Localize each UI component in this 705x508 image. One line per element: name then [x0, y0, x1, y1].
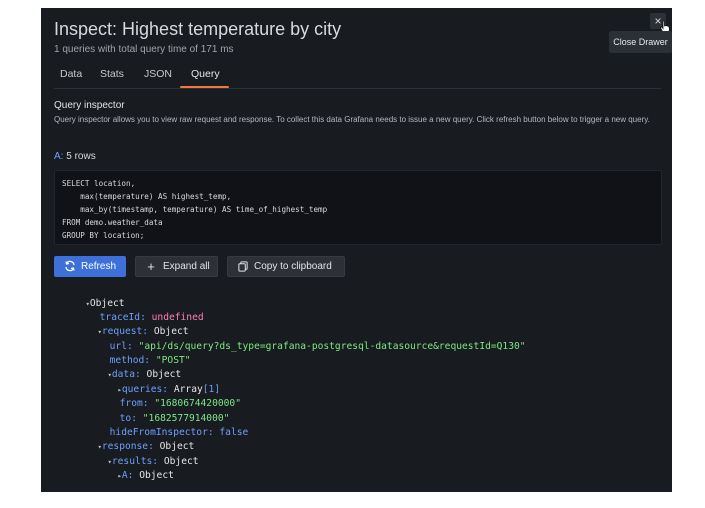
inspect-drawer: Inspect: Highest temperature by city 1 q… — [41, 8, 672, 492]
sql-line: GROUP BY location; — [62, 231, 145, 240]
tab-json[interactable]: JSON — [144, 68, 172, 80]
tree-row-request[interactable]: ▾request: Object — [63, 311, 189, 337]
tree-row-from: from: "1680674420000" — [85, 383, 241, 409]
tree-value: Object — [139, 470, 174, 481]
tab-query[interactable]: Query — [191, 68, 220, 80]
query-inspector-title: Query inspector — [54, 100, 125, 111]
sql-line: FROM demo.weather_data — [62, 218, 163, 227]
drawer-subtitle: 1 queries with total query time of 171 m… — [54, 44, 234, 55]
tree-row-response[interactable]: ▾response: Object — [63, 426, 195, 452]
tree-row-url: url: "api/ds/query?ds_type=grafana-postg… — [75, 326, 526, 352]
tree-row-a[interactable]: ▸A: Object — [83, 455, 174, 481]
inspector-tabs: Data Stats JSON Query — [54, 64, 661, 89]
refresh-label: Refresh — [81, 261, 117, 272]
tree-key: A: — [121, 470, 134, 481]
sql-line: max(temperature) AS highest_temp, — [62, 192, 232, 201]
sync-icon — [65, 260, 75, 272]
tree-row-hidefrominspector: hideFromInspector: false — [75, 412, 249, 438]
sql-line: max_by(timestamp, temperature) AS time_o… — [62, 205, 328, 214]
copy-icon — [238, 261, 248, 272]
query-inspector-description: Query inspector allows you to view raw r… — [54, 115, 650, 124]
expand-all-label: Expand all — [163, 261, 210, 272]
tree-row-root[interactable]: ▾Object — [51, 283, 125, 309]
tree-row-results[interactable]: ▾results: Object — [73, 441, 199, 467]
tab-data[interactable]: Data — [60, 68, 82, 80]
plus-icon: + — [147, 259, 155, 274]
active-tab-indicator — [180, 86, 229, 88]
tree-row-queries[interactable]: ▸queries: Array[1] — [83, 369, 220, 395]
close-drawer-tooltip: Close Drawer — [609, 31, 672, 53]
tree-value: "api/ds/query?ds_type=grafana-postgresql… — [138, 341, 526, 352]
query-rows-summary: A: 5 rows — [54, 151, 96, 162]
tree-row-data[interactable]: ▾data: Object — [73, 354, 182, 380]
refresh-button[interactable]: Refresh — [54, 256, 126, 277]
tree-row-method: method: "POST" — [75, 340, 191, 366]
expand-all-button[interactable]: + Expand all — [135, 256, 218, 277]
query-ref-id: A: — [54, 151, 64, 162]
copy-label: Copy to clipboard — [254, 261, 332, 272]
sql-line: SELECT location, — [62, 179, 136, 188]
copy-to-clipboard-button[interactable]: Copy to clipboard — [227, 256, 345, 277]
tree-value: false — [219, 427, 249, 438]
tree-row-to: to: "1682577914000" — [85, 398, 230, 424]
drawer-title: Inspect: Highest temperature by city — [54, 19, 342, 39]
query-row-count: 5 rows — [66, 151, 96, 162]
tab-stats[interactable]: Stats — [100, 68, 124, 80]
sql-code-block: SELECT location, max(temperature) AS hig… — [54, 170, 662, 245]
tree-row-traceid: traceId: undefined — [65, 297, 204, 323]
